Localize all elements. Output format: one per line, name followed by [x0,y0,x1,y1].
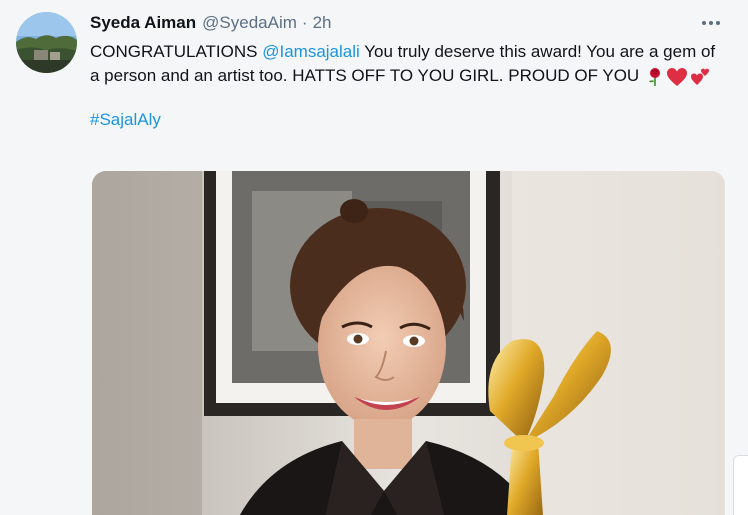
tweet-text-start: CONGRATULATIONS [90,42,263,61]
tweet-photo[interactable] [92,171,725,515]
tweet-content: Syeda Aiman @SyedaAim · 2h CONGRATULATIO… [90,12,726,132]
red-heart-icon [666,67,687,86]
tweet-time[interactable]: 2h [313,13,332,33]
more-options-icon[interactable] [698,12,724,34]
avatar[interactable] [16,12,77,73]
hashtag-line: #SajalAly [90,108,726,132]
rose-icon [648,67,660,86]
scroll-handle[interactable] [733,455,748,515]
two-hearts-icon [690,68,709,85]
emoji-group [646,67,710,87]
avatar-landscape-icon [16,12,77,73]
tweet[interactable]: Syeda Aiman @SyedaAim · 2h CONGRATULATIO… [0,0,748,515]
award-photo-image [92,171,725,515]
tweet-text: CONGRATULATIONS @Iamsajalali You truly d… [90,40,726,88]
separator-dot: · [301,13,308,32]
author-name[interactable]: Syeda Aiman [90,13,196,33]
hashtag-link[interactable]: #SajalAly [90,110,161,129]
mention-link[interactable]: @Iamsajalali [262,42,360,61]
tweet-header: Syeda Aiman @SyedaAim · 2h [90,12,726,34]
author-handle[interactable]: @SyedaAim [202,13,297,33]
